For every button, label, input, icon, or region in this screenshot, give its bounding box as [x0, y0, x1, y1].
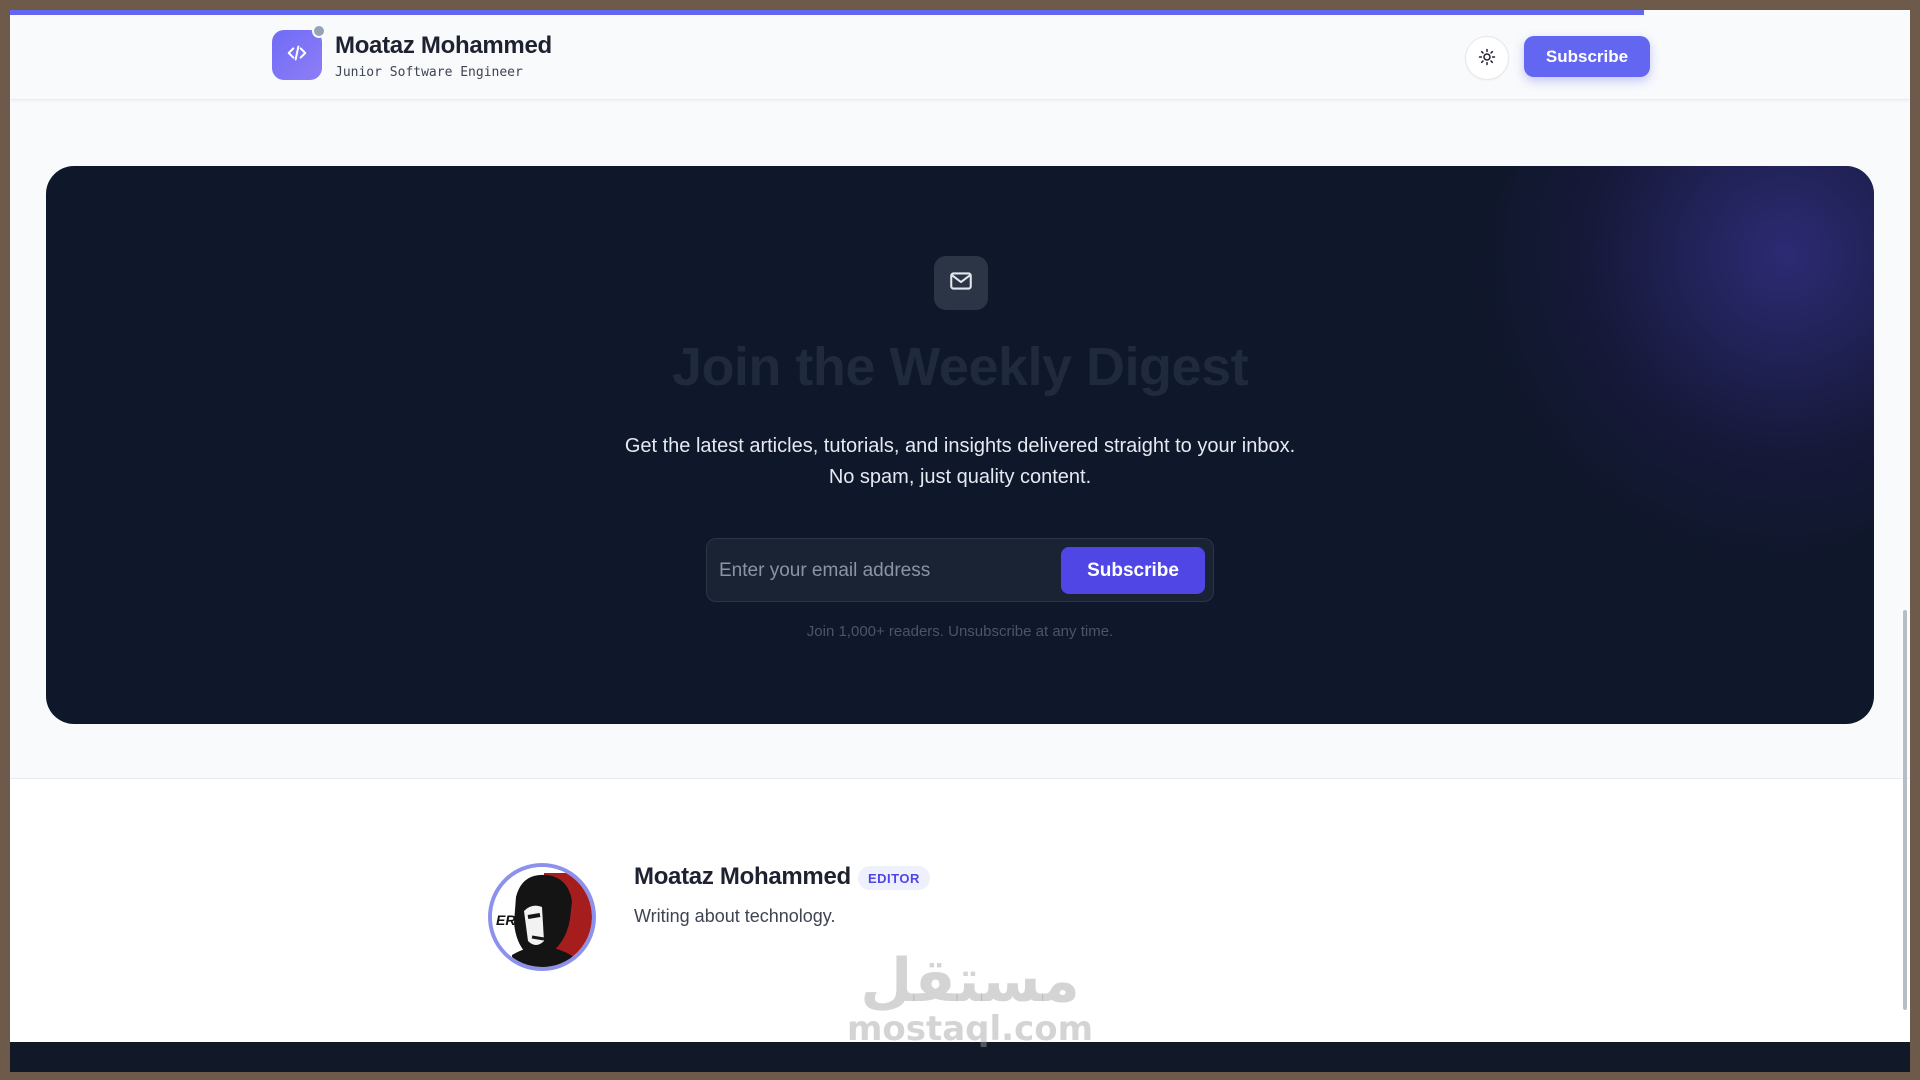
newsletter-description: Get the latest articles, tutorials, and …	[46, 431, 1874, 493]
subscribe-note: Join 1,000+ readers. Unsubscribe at any …	[806, 623, 1114, 640]
subscribe-button[interactable]: Subscribe	[1061, 547, 1205, 594]
author-bio: Writing about technology.	[634, 906, 836, 926]
scrollbar-thumb[interactable]	[1903, 610, 1907, 1010]
header-subscribe-button[interactable]: Subscribe	[1524, 36, 1650, 77]
description-line-1: Get the latest articles, tutorials, and …	[624, 435, 1296, 457]
status-dot	[312, 24, 326, 38]
sun-icon	[1478, 48, 1496, 69]
site-header: Moataz Mohammed Junior Software Engineer…	[10, 10, 1910, 100]
browser-viewport: Moataz Mohammed Junior Software Engineer…	[10, 10, 1910, 1072]
mail-icon	[948, 268, 974, 299]
avatar-text: ER	[496, 912, 516, 928]
watermark: مستقل mostaql.com	[840, 950, 1100, 1046]
newsletter-title: Join the Weekly Digest	[671, 337, 1249, 397]
watermark-latin: mostaql.com	[846, 1009, 1094, 1049]
code-icon	[286, 42, 308, 69]
author-name[interactable]: Moataz Mohammed	[634, 863, 851, 891]
newsletter-section: Join the Weekly Digest Get the latest ar…	[46, 166, 1874, 724]
subscribe-form: Subscribe	[706, 538, 1214, 602]
editor-badge: EDITOR	[858, 866, 930, 890]
brand-name[interactable]: Moataz Mohammed	[335, 32, 552, 60]
avatar-portrait: ER	[492, 867, 592, 967]
mail-icon-tile	[934, 256, 988, 310]
reading-progress-bar	[10, 10, 1644, 15]
watermark-arabic: مستقل	[860, 946, 1080, 1016]
theme-toggle-button[interactable]	[1465, 36, 1509, 80]
brand-role: Junior Software Engineer	[335, 65, 523, 80]
description-line-2: No spam, just quality content.	[828, 466, 1092, 488]
avatar[interactable]: ER	[488, 863, 596, 971]
logo[interactable]	[272, 30, 322, 80]
email-input[interactable]	[719, 549, 1049, 593]
